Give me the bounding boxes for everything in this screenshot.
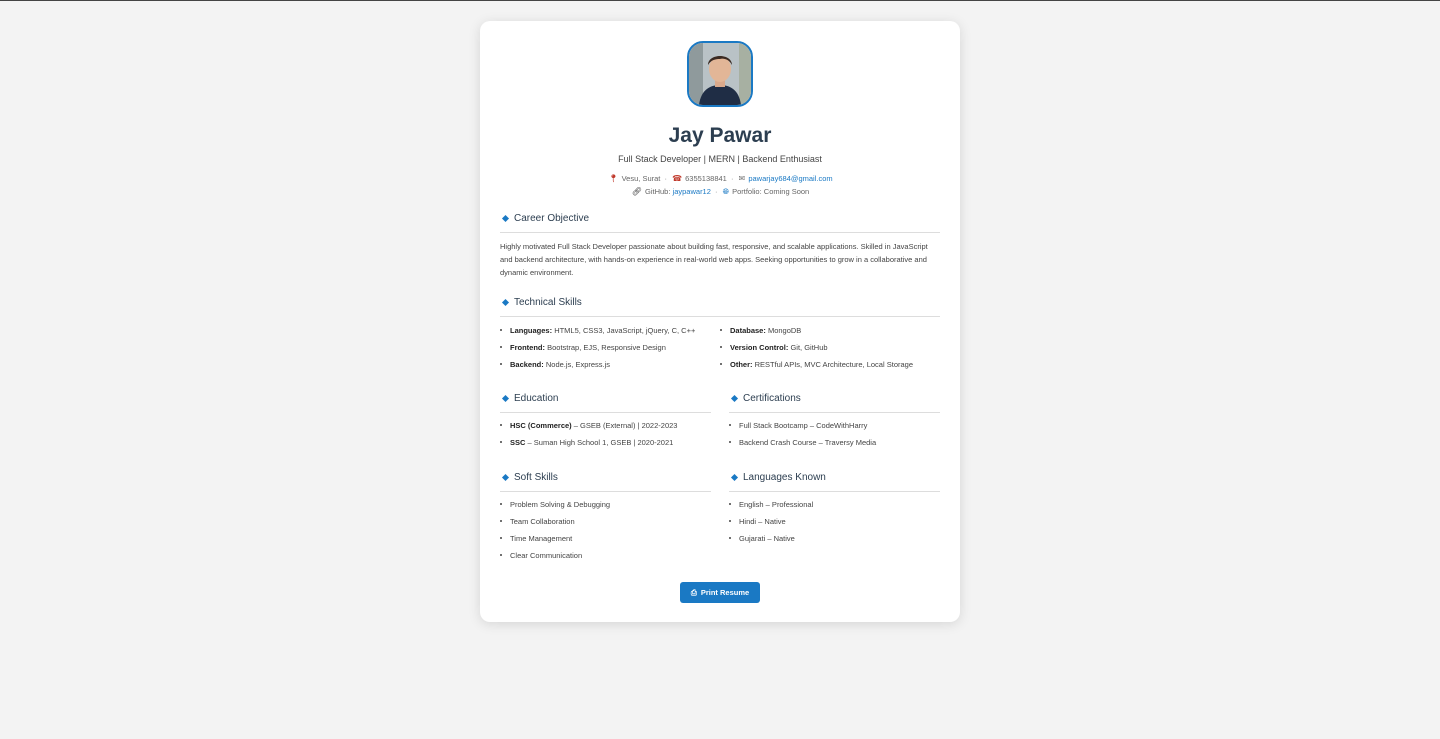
list-item: Backend Crash Course – Traversy Media (729, 434, 940, 451)
section-heading-text: Certifications (743, 393, 801, 404)
map-pin-icon: 📍︎ (608, 174, 619, 183)
print-resume-button[interactable]: ⎙ Print Resume (680, 582, 760, 603)
list-item: Team Collaboration (500, 513, 711, 530)
diamond-icon (501, 394, 510, 403)
profile-tagline: Full Stack Developer | MERN | Backend En… (618, 154, 822, 164)
diamond-icon (501, 214, 510, 223)
career-objective-section: Career Objective Highly motivated Full S… (500, 213, 940, 279)
skills-list-right: Database: MongoDB Version Control: Git, … (720, 322, 940, 373)
section-heading-text: Career Objective (514, 213, 590, 224)
separator: · (715, 187, 718, 196)
section-heading: Soft Skills (500, 472, 711, 492)
list-item: HSC (Commerce) – GSEB (External) | 2022-… (500, 417, 711, 434)
list-item: Frontend: Bootstrap, EJS, Responsive Des… (500, 339, 720, 356)
section-heading-text: Technical Skills (514, 297, 582, 308)
section-heading-text: Education (514, 393, 559, 404)
list-item: English – Professional (729, 496, 940, 513)
section-heading: Certifications (729, 393, 940, 413)
skills-list-left: Languages: HTML5, CSS3, JavaScript, jQue… (500, 322, 720, 373)
diamond-icon (501, 473, 510, 482)
list-item: SSC – Suman High School 1, GSEB | 2020-2… (500, 434, 711, 451)
languages-section: Languages Known English – Professional H… (729, 472, 940, 547)
list-item: Gujarati – Native (729, 530, 940, 547)
portfolio-text: Portfolio: Coming Soon (732, 187, 810, 196)
diamond-icon (730, 473, 739, 482)
separator: · (730, 174, 734, 183)
list-item: Languages: HTML5, CSS3, JavaScript, jQue… (500, 322, 720, 339)
education-section: Education HSC (Commerce) – GSEB (Externa… (500, 393, 711, 451)
list-item: Clear Communication (500, 547, 711, 564)
list-item: Hindi – Native (729, 513, 940, 530)
print-resume-label: Print Resume (700, 588, 750, 597)
objective-text: Highly motivated Full Stack Developer pa… (500, 242, 928, 277)
email-link[interactable]: pawarjay684@gmail.com (748, 174, 832, 183)
github-label: GitHub: (645, 187, 671, 196)
section-heading: Career Objective (500, 213, 940, 233)
github-link[interactable]: jaypawar12 (673, 187, 711, 196)
printer-icon: ⎙ (690, 587, 697, 597)
link-icon: 🔗︎ (631, 187, 642, 196)
list-item: Database: MongoDB (720, 322, 940, 339)
list-item: Backend: Node.js, Express.js (500, 356, 720, 373)
contact-line-1: 📍︎ Vesu, Surat · ☎︎ 6355138841 · ✉︎ pawa… (500, 172, 940, 185)
section-heading-text: Soft Skills (514, 472, 558, 483)
section-heading: Languages Known (729, 472, 940, 492)
profile-name: Jay Pawar (668, 124, 772, 147)
diamond-icon (730, 394, 739, 403)
contact-line-2: 🔗︎ GitHub: jaypawar12 · 🌐︎ Portfolio: Co… (500, 185, 940, 198)
profile-photo (687, 41, 753, 107)
list-item: Version Control: Git, GitHub (720, 339, 940, 356)
technical-skills-section: Technical Skills Languages: HTML5, CSS3,… (500, 297, 940, 373)
separator: · (664, 174, 667, 183)
diamond-icon (501, 298, 510, 307)
list-item: Other: RESTful APIs, MVC Architecture, L… (720, 356, 940, 373)
certifications-section: Certifications Full Stack Bootcamp – Cod… (729, 393, 940, 451)
section-heading: Technical Skills (500, 297, 940, 317)
list-item: Time Management (500, 530, 711, 547)
soft-skills-section: Soft Skills Problem Solving & Debugging … (500, 472, 711, 564)
envelope-icon: ✉︎ (738, 174, 746, 183)
list-item: Full Stack Bootcamp – CodeWithHarry (729, 417, 940, 434)
list-item: Problem Solving & Debugging (500, 496, 711, 513)
section-heading: Education (500, 393, 711, 413)
section-heading-text: Languages Known (743, 472, 826, 483)
phone-text: 6355138841 (685, 174, 727, 183)
location-text: Vesu, Surat (621, 174, 661, 183)
resume-card: Jay Pawar Full Stack Developer | MERN | … (480, 21, 960, 622)
phone-icon: ☎︎ (672, 174, 683, 183)
globe-icon: 🌐︎ (722, 187, 729, 196)
